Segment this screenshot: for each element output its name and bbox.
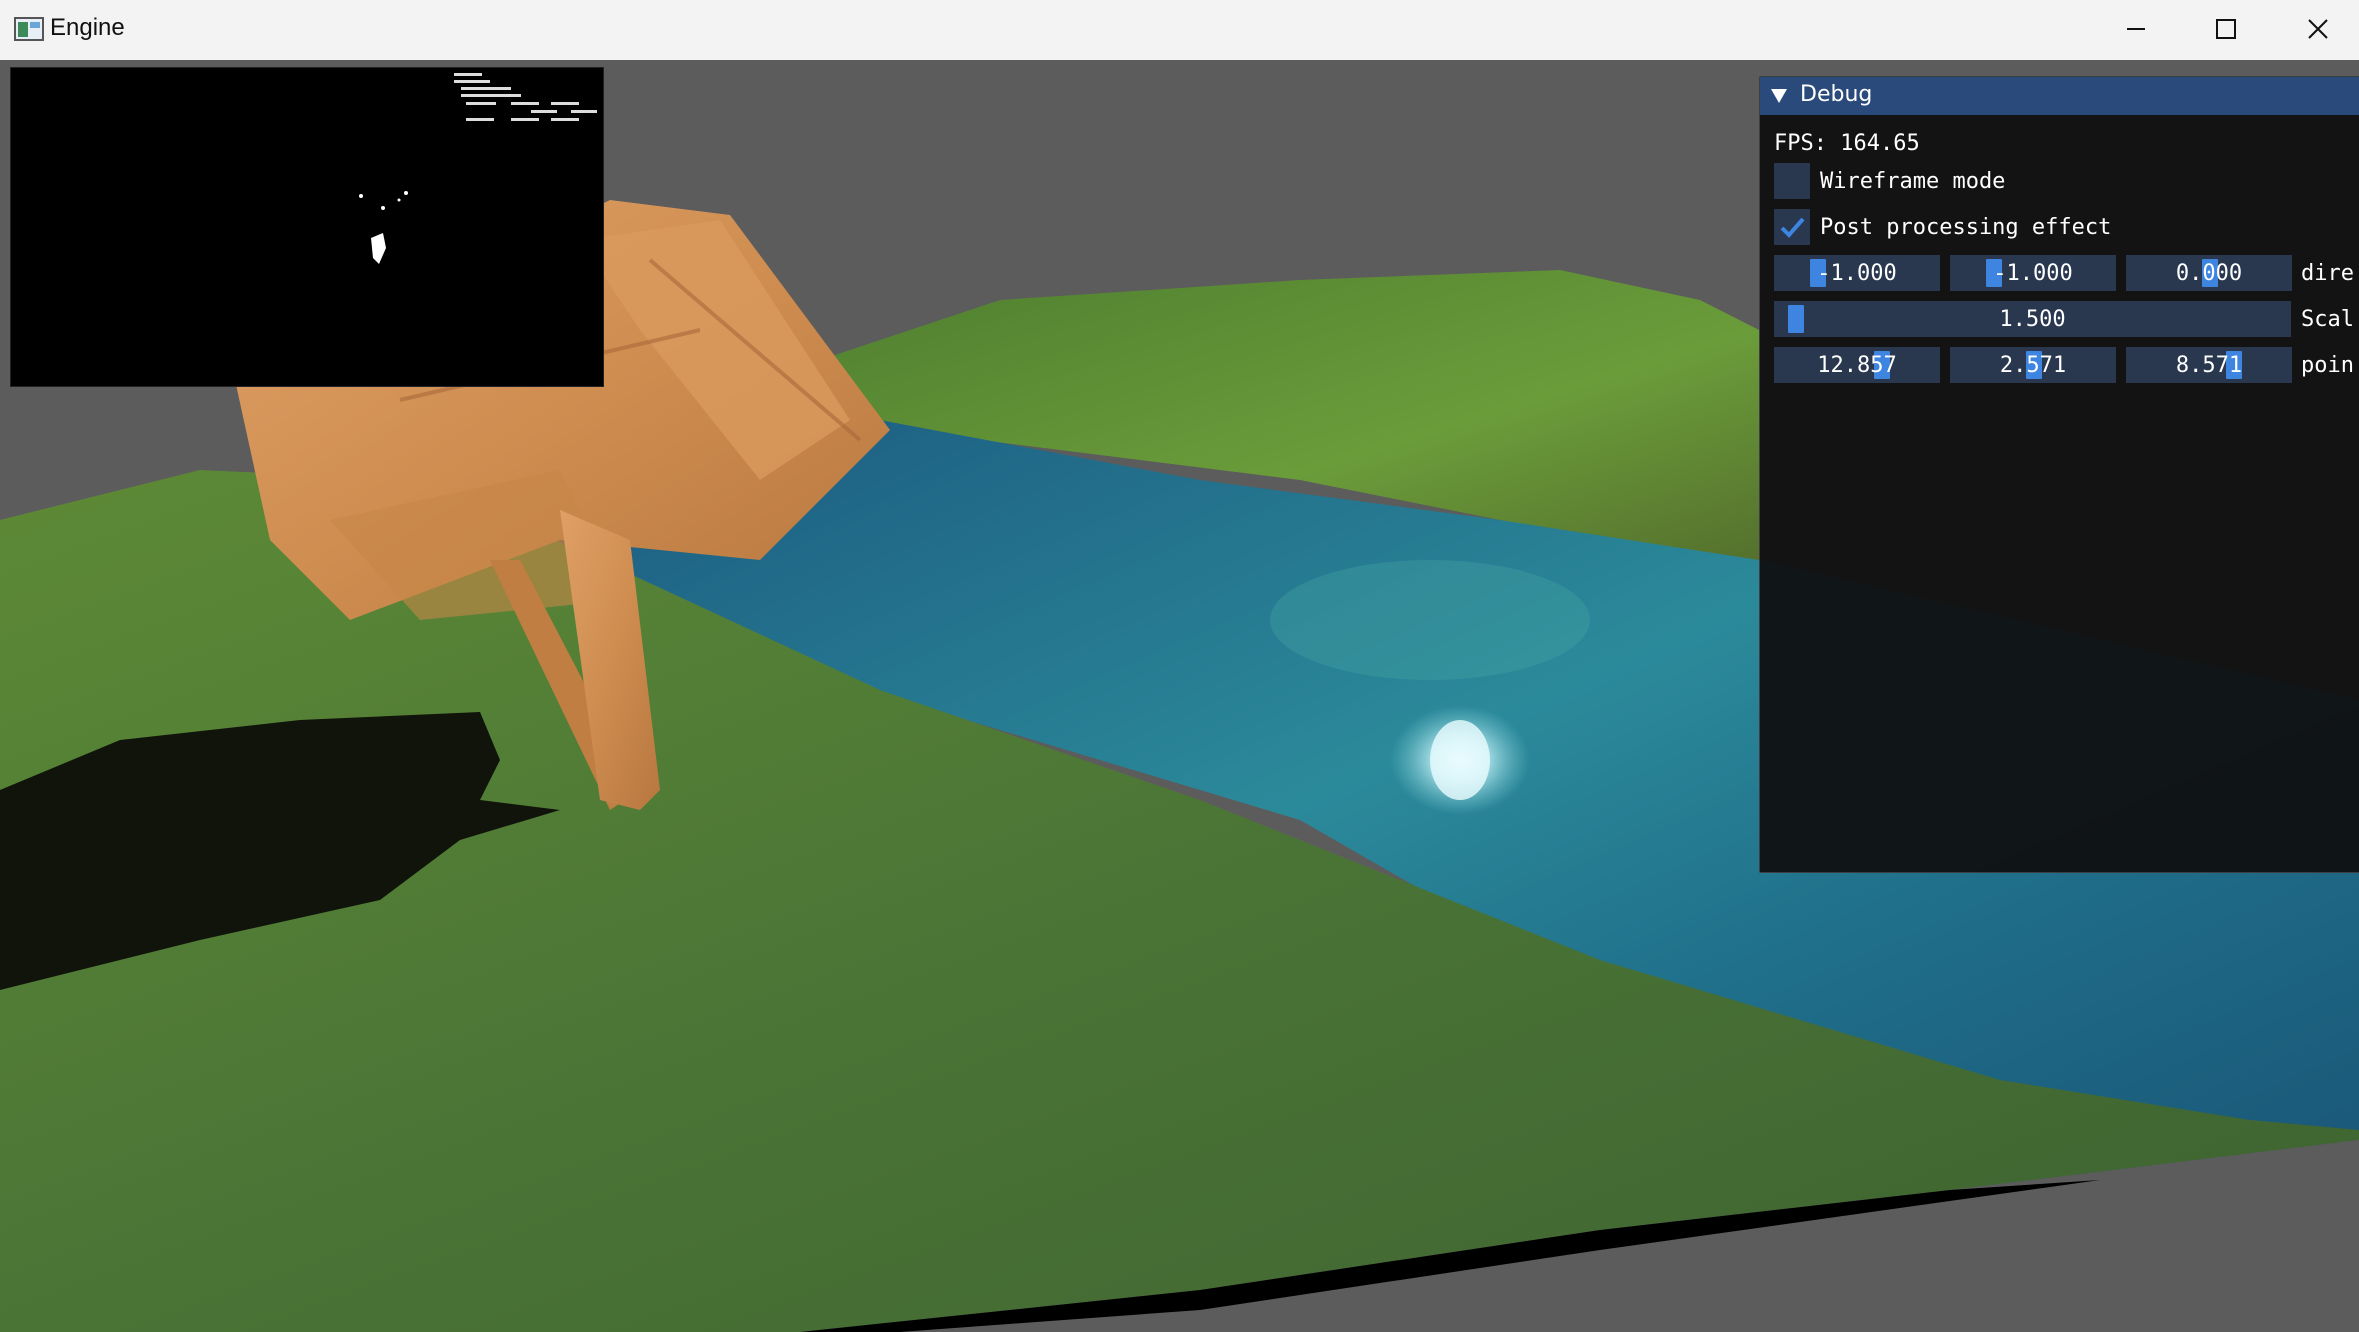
point-label: poin [2301,353,2354,378]
app-window-icon [14,17,44,41]
close-icon [2308,19,2328,39]
close-button[interactable] [2272,0,2359,58]
slider-value: -1.000 [1993,261,2073,286]
direction-y-slider[interactable]: -1.000 [1950,255,2116,291]
slider-value: 0.000 [2175,261,2243,286]
minimize-icon [2127,28,2145,30]
maximize-icon [2216,19,2236,39]
preview-render [359,73,597,264]
post-processing-checkbox[interactable] [1774,209,1810,245]
minimize-button[interactable] [2090,0,2182,58]
debug-window[interactable]: Debug FPS: 164.65 Wireframe mode Post pr… [1759,76,2359,873]
collapse-triangle-icon[interactable] [1770,87,1788,105]
direction-label: dire [2301,261,2354,286]
scale-slider[interactable]: 1.500 [1774,301,2291,337]
debug-texture-preview [10,67,604,387]
slider-value: 8.571 [2175,353,2243,378]
fps-readout: FPS: 164.65 [1774,131,1920,156]
point-x-slider[interactable]: 12.857 [1774,347,1940,383]
point-z-slider[interactable]: 8.571 [2126,347,2292,383]
scale-label: Scal [2301,307,2354,332]
wireframe-label: Wireframe mode [1820,169,2006,194]
maximize-button[interactable] [2180,0,2272,58]
point-y-slider[interactable]: 2.571 [1950,347,2116,383]
post-processing-label: Post processing effect [1820,215,2112,240]
window-title: Engine [50,14,125,41]
title-bar: Engine [0,0,2359,61]
slider-value: 1.500 [1999,307,2066,332]
slider-value: -1.000 [1817,261,1897,286]
debug-window-title: Debug [1800,82,1873,107]
checkmark-icon [1780,217,1805,238]
slider-value: 2.571 [1999,353,2067,378]
debug-window-header[interactable]: Debug [1760,77,2359,115]
direction-z-slider[interactable]: 0.000 [2126,255,2292,291]
direction-x-slider[interactable]: -1.000 [1774,255,1940,291]
slider-value: 12.857 [1817,353,1897,378]
wireframe-checkbox[interactable] [1774,163,1810,199]
